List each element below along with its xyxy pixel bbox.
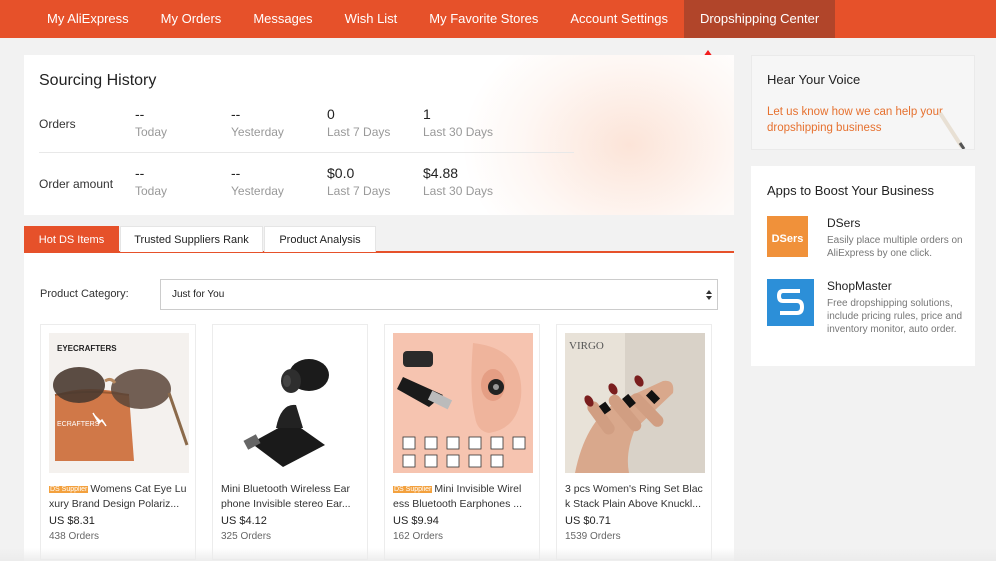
title-line: Womens Cat Eye Lu [90, 483, 187, 495]
product-title[interactable]: 3 pcs Women's Ring Set Blac k Stack Plai… [565, 482, 707, 512]
amount-last-7-days: $0.0 Last 7 Days [327, 165, 390, 198]
orders-last-7-days: 0 Last 7 Days [327, 106, 390, 139]
order-amount-label: Order amount [39, 177, 114, 191]
ds-supplier-badge: DS Supplier [49, 486, 89, 493]
magazine-text: VIRGO [569, 340, 604, 352]
product-card[interactable]: VIRGO 3 pcs Women's Ring Set Blac k Stac… [556, 324, 712, 560]
brand-text: EYECRAFTERS [57, 344, 117, 353]
product-category-select[interactable]: Just for You [160, 279, 718, 310]
title-line: Mini Bluetooth Wireless Ear [221, 483, 350, 495]
stat-period: Last 7 Days [327, 125, 391, 139]
top-nav: My AliExpress My Orders Messages Wish Li… [0, 0, 996, 38]
nav-my-orders[interactable]: My Orders [145, 0, 238, 38]
nav-messages[interactable]: Messages [237, 0, 328, 38]
stat-period: Yesterday [231, 125, 284, 139]
nav-favorite-stores[interactable]: My Favorite Stores [413, 0, 554, 38]
product-title[interactable]: DS Supplier Mini Invisible Wirel ess Blue… [393, 482, 535, 512]
product-price: US $9.94 [393, 515, 439, 527]
stat-value: -- [231, 165, 241, 181]
amount-yesterday: -- Yesterday [231, 165, 284, 198]
product-orders: 1539 Orders [565, 531, 621, 542]
orders-last-30-days: 1 Last 30 Days [423, 106, 493, 139]
stat-period: Yesterday [231, 184, 284, 198]
shopmaster-logo-icon[interactable] [767, 279, 814, 326]
nav-dropshipping-center[interactable]: Dropshipping Center [683, 0, 836, 38]
selected-category: Just for You [172, 289, 225, 300]
stat-value: -- [231, 106, 241, 122]
stat-period: Today [135, 125, 168, 139]
product-card[interactable]: EYECRAFTERS ECRAFTERS DS Supplier Womens … [40, 324, 196, 560]
stat-period: Last 7 Days [327, 184, 391, 198]
nav-my-aliexpress[interactable]: My AliExpress [31, 0, 145, 38]
earbud-image [221, 333, 361, 473]
divider [39, 152, 574, 153]
tab-product-analysis[interactable]: Product Analysis [264, 226, 376, 252]
title-line: Mini Invisible Wirel [434, 483, 522, 495]
voice-title: Hear Your Voice [767, 72, 861, 87]
stat-value: $0.0 [327, 165, 355, 181]
product-price: US $8.31 [49, 515, 95, 527]
ds-supplier-badge: DS Supplier [393, 486, 433, 493]
decorative-glow [464, 55, 734, 215]
product-price: US $4.12 [221, 515, 267, 527]
hear-your-voice-card[interactable]: Hear Your Voice Let us know how we can h… [751, 55, 975, 150]
rings-image: VIRGO [565, 333, 705, 473]
product-card[interactable]: Mini Bluetooth Wireless Ear phone Invisi… [212, 324, 368, 560]
stat-value: -- [135, 165, 145, 181]
sourcing-history-card: Sourcing History Orders -- Today -- Yest… [24, 55, 734, 215]
bottom-fade [0, 548, 996, 561]
sourcing-title: Sourcing History [39, 72, 157, 89]
products-panel: Product Category: Just for You EYECRAFTE… [24, 253, 734, 561]
orders-yesterday: -- Yesterday [231, 106, 284, 139]
app-description: Free dropshipping solutions, include pri… [827, 298, 963, 335]
stat-value: $4.88 [423, 165, 459, 181]
apps-title: Apps to Boost Your Business [767, 183, 934, 198]
product-image-rings[interactable]: VIRGO [565, 333, 705, 473]
sunglasses-image: EYECRAFTERS ECRAFTERS [49, 333, 189, 473]
stat-value: 1 [423, 106, 431, 122]
stat-period: Last 30 Days [423, 125, 494, 139]
tab-bar: Hot DS Items Trusted Suppliers Rank Prod… [24, 226, 734, 253]
case-text: ECRAFTERS [57, 421, 100, 428]
product-image-earbud[interactable] [221, 333, 361, 473]
stat-value: 0 [327, 106, 335, 122]
product-image-sunglasses[interactable]: EYECRAFTERS ECRAFTERS [49, 333, 189, 473]
product-price: US $0.71 [565, 515, 611, 527]
product-orders: 325 Orders [221, 531, 272, 542]
orders-label: Orders [39, 117, 76, 131]
amount-last-30-days: $4.88 Last 30 Days [423, 165, 493, 198]
title-line: 3 pcs Women's Ring Set Blac [565, 483, 703, 495]
pencil-icon [938, 111, 966, 149]
product-image-ear-earphone[interactable] [393, 333, 533, 473]
title-line: ess Bluetooth Earphones ... [393, 498, 522, 510]
select-arrows-icon [706, 290, 712, 300]
apps-card: Apps to Boost Your Business DSers DSers … [751, 166, 975, 366]
product-category-label: Product Category: [40, 288, 129, 300]
stat-period: Last 30 Days [423, 184, 494, 198]
product-orders: 162 Orders [393, 531, 444, 542]
tab-trusted-suppliers-rank[interactable]: Trusted Suppliers Rank [120, 226, 263, 252]
product-orders: 438 Orders [49, 531, 100, 542]
orders-today: -- Today [135, 106, 167, 139]
dsers-logo-icon[interactable]: DSers [767, 216, 814, 263]
nav-account-settings[interactable]: Account Settings [554, 0, 684, 38]
title-line: k Stack Plain Above Knuckl... [565, 498, 701, 510]
stat-value: -- [135, 106, 145, 122]
app-description: Easily place multiple orders on AliExpre… [827, 235, 963, 259]
voice-link[interactable]: Let us know how we can help your dropshi… [767, 104, 947, 136]
ear-earphone-image [393, 333, 533, 473]
stat-period: Today [135, 184, 168, 198]
tab-hot-ds-items[interactable]: Hot DS Items [24, 226, 119, 252]
app-name[interactable]: ShopMaster [827, 279, 892, 293]
product-title[interactable]: Mini Bluetooth Wireless Ear phone Invisi… [221, 482, 363, 512]
product-card[interactable]: DS Supplier Mini Invisible Wirel ess Blue… [384, 324, 540, 560]
nav-wish-list[interactable]: Wish List [329, 0, 414, 38]
app-name[interactable]: DSers [827, 216, 860, 230]
title-line: xury Brand Design Polariz... [49, 498, 180, 510]
product-title[interactable]: DS Supplier Womens Cat Eye Lu xury Brand … [49, 482, 191, 512]
svg-text:DSers: DSers [772, 233, 804, 245]
amount-today: -- Today [135, 165, 167, 198]
title-line: phone Invisible stereo Ear... [221, 498, 351, 510]
